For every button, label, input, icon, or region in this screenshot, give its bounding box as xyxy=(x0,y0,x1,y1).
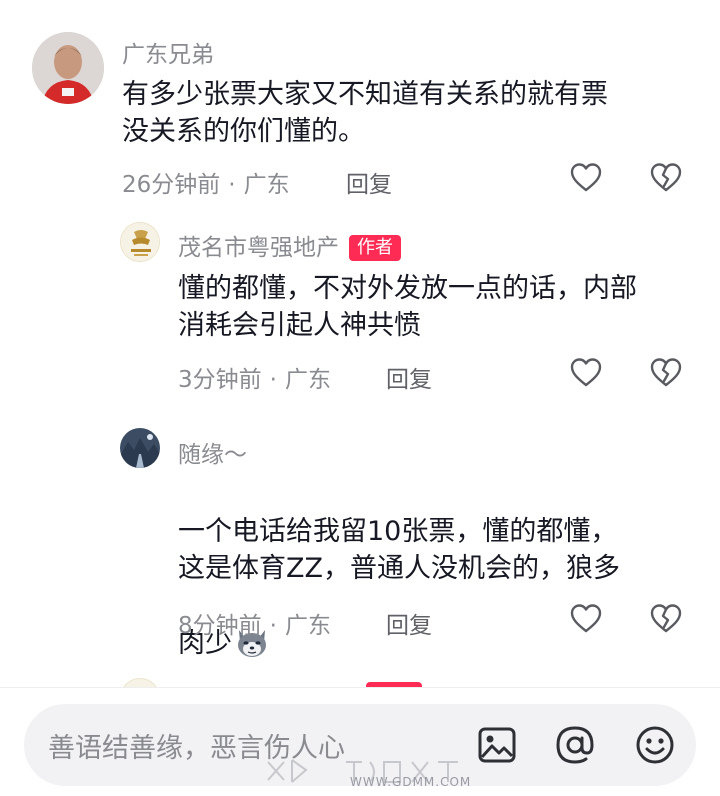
comment-input-placeholder: 善语结善缘，恶言伤人心 xyxy=(48,733,345,764)
image-icon[interactable] xyxy=(476,724,518,766)
comment-time: 3分钟前 xyxy=(178,367,262,393)
comment-meta: 3分钟前 · 广东 xyxy=(178,367,331,393)
comment-meta: 8分钟前 · 广东 xyxy=(178,613,331,639)
reply-button[interactable]: 回复 xyxy=(386,360,432,394)
author-badge: 作者 xyxy=(349,235,401,261)
avatar[interactable] xyxy=(120,428,160,468)
like-button[interactable] xyxy=(566,353,606,393)
comment-time: 26分钟前 xyxy=(122,172,221,198)
comment-author[interactable]: 广东兄弟 xyxy=(122,35,214,69)
comment-location: 广东 xyxy=(284,367,331,393)
comment-text: 懂的都懂，不对外发放一点的话，内部 消耗会引起人神共愤 xyxy=(178,273,637,341)
comment-location: 广东 xyxy=(284,613,331,639)
avatar[interactable] xyxy=(32,32,104,104)
like-button[interactable] xyxy=(566,158,606,198)
avatar[interactable] xyxy=(120,222,160,262)
watermark-url: WWW.GDMM.COM xyxy=(350,775,472,789)
dislike-button[interactable] xyxy=(646,158,686,198)
reply-button[interactable]: 回复 xyxy=(346,165,392,199)
heart-icon xyxy=(570,604,602,633)
emoji-icon[interactable] xyxy=(634,724,676,766)
author-name[interactable]: 茂名市粤强地产 xyxy=(178,235,339,261)
dislike-button[interactable] xyxy=(646,599,686,639)
at-icon[interactable] xyxy=(554,724,596,766)
comment-input[interactable]: 善语结善缘，恶言伤人心 xyxy=(24,704,696,786)
broken-heart-icon xyxy=(650,163,682,192)
dislike-button[interactable] xyxy=(646,353,686,393)
comment-author[interactable]: 茂名市粤强地产 作者 xyxy=(178,228,401,262)
comment-author[interactable]: 随缘～ xyxy=(178,435,247,469)
comment-location: 广东 xyxy=(243,172,290,198)
broken-heart-icon xyxy=(650,358,682,387)
comment-meta: 26分钟前 · 广东 xyxy=(122,172,290,198)
comment-text: 有多少张票大家又不知道有关系的就有票 没关系的你们懂的。 xyxy=(122,79,608,147)
reply-button[interactable]: 回复 xyxy=(386,606,432,640)
broken-heart-icon xyxy=(650,604,682,633)
like-button[interactable] xyxy=(566,599,606,639)
comment-time: 8分钟前 xyxy=(178,613,262,639)
heart-icon xyxy=(570,163,602,192)
heart-icon xyxy=(570,358,602,387)
